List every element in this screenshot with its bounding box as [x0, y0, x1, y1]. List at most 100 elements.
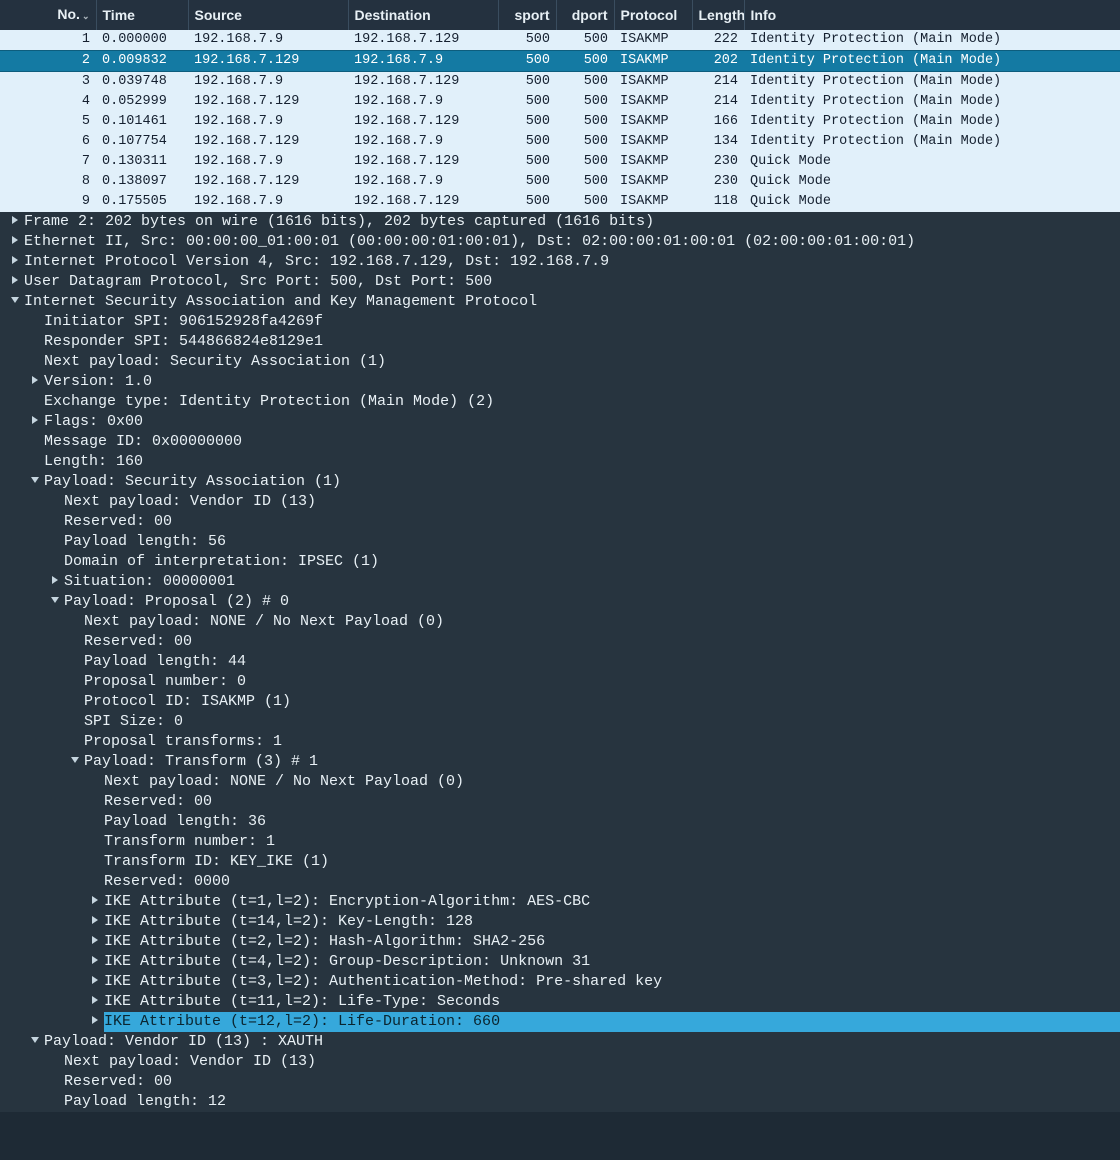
- packet-row[interactable]: 20.009832192.168.7.129192.168.7.9500500I…: [0, 51, 1120, 72]
- packet-row[interactable]: 90.175505192.168.7.9192.168.7.129500500I…: [0, 192, 1120, 212]
- cell-len: 230: [692, 152, 744, 172]
- packet-row[interactable]: 70.130311192.168.7.9192.168.7.129500500I…: [0, 152, 1120, 172]
- col-header-source[interactable]: Source: [188, 0, 348, 30]
- chevron-right-icon[interactable]: [88, 972, 102, 992]
- tree-node[interactable]: Payload: Transform (3) # 1: [0, 752, 1120, 772]
- tree-node[interactable]: Payload: Vendor ID (13) : XAUTH: [0, 1032, 1120, 1052]
- tree-node[interactable]: Next payload: NONE / No Next Payload (0): [0, 612, 1120, 632]
- packet-details-tree[interactable]: Frame 2: 202 bytes on wire (1616 bits), …: [0, 212, 1120, 1112]
- tree-node[interactable]: Reserved: 0000: [0, 872, 1120, 892]
- tree-node[interactable]: Reserved: 00: [0, 792, 1120, 812]
- tree-node[interactable]: Protocol ID: ISAKMP (1): [0, 692, 1120, 712]
- tree-node[interactable]: Payload: Proposal (2) # 0: [0, 592, 1120, 612]
- packet-row[interactable]: 50.101461192.168.7.9192.168.7.129500500I…: [0, 112, 1120, 132]
- chevron-down-icon[interactable]: [68, 752, 82, 772]
- packet-row[interactable]: 10.000000192.168.7.9192.168.7.129500500I…: [0, 30, 1120, 51]
- tree-node[interactable]: Proposal number: 0: [0, 672, 1120, 692]
- col-header-sport[interactable]: sport: [498, 0, 556, 30]
- cell-dst: 192.168.7.129: [348, 112, 498, 132]
- tree-node[interactable]: IKE Attribute (t=2,l=2): Hash-Algorithm:…: [0, 932, 1120, 952]
- tree-node[interactable]: SPI Size: 0: [0, 712, 1120, 732]
- chevron-right-icon[interactable]: [88, 952, 102, 972]
- cell-len: 230: [692, 172, 744, 192]
- tree-node-label: Reserved: 00: [64, 512, 172, 532]
- chevron-down-icon[interactable]: [8, 292, 22, 312]
- chevron-right-icon[interactable]: [88, 932, 102, 952]
- tree-node[interactable]: Internet Security Association and Key Ma…: [0, 292, 1120, 312]
- tree-node[interactable]: Next payload: Security Association (1): [0, 352, 1120, 372]
- tree-node[interactable]: Length: 160: [0, 452, 1120, 472]
- tree-node[interactable]: IKE Attribute (t=4,l=2): Group-Descripti…: [0, 952, 1120, 972]
- tree-node[interactable]: IKE Attribute (t=12,l=2): Life-Duration:…: [0, 1012, 1120, 1032]
- packet-list-table[interactable]: No.⌄TimeSourceDestinationsportdportProto…: [0, 0, 1120, 212]
- tree-node[interactable]: IKE Attribute (t=1,l=2): Encryption-Algo…: [0, 892, 1120, 912]
- sort-indicator-icon: ⌄: [82, 11, 90, 21]
- tree-node[interactable]: Payload length: 36: [0, 812, 1120, 832]
- tree-node[interactable]: Message ID: 0x00000000: [0, 432, 1120, 452]
- chevron-right-icon[interactable]: [8, 252, 22, 272]
- tree-node[interactable]: Reserved: 00: [0, 512, 1120, 532]
- chevron-down-icon[interactable]: [28, 472, 42, 492]
- tree-node[interactable]: Transform ID: KEY_IKE (1): [0, 852, 1120, 872]
- tree-node[interactable]: Next payload: NONE / No Next Payload (0): [0, 772, 1120, 792]
- chevron-right-icon[interactable]: [88, 892, 102, 912]
- chevron-right-icon[interactable]: [88, 1012, 102, 1032]
- col-header-length[interactable]: Length: [692, 0, 744, 30]
- tree-node[interactable]: Situation: 00000001: [0, 572, 1120, 592]
- tree-node[interactable]: IKE Attribute (t=3,l=2): Authentication-…: [0, 972, 1120, 992]
- chevron-right-icon[interactable]: [8, 232, 22, 252]
- tree-node[interactable]: Payload length: 44: [0, 652, 1120, 672]
- cell-time: 0.101461: [96, 112, 188, 132]
- tree-node[interactable]: Payload length: 12: [0, 1092, 1120, 1112]
- chevron-down-icon[interactable]: [28, 1032, 42, 1052]
- chevron-down-icon[interactable]: [48, 592, 62, 612]
- tree-node[interactable]: Responder SPI: 544866824e8129e1: [0, 332, 1120, 352]
- col-header-destination[interactable]: Destination: [348, 0, 498, 30]
- packet-row[interactable]: 30.039748192.168.7.9192.168.7.129500500I…: [0, 72, 1120, 93]
- tree-node[interactable]: Proposal transforms: 1: [0, 732, 1120, 752]
- col-header-dport[interactable]: dport: [556, 0, 614, 30]
- tree-node[interactable]: Flags: 0x00: [0, 412, 1120, 432]
- tree-node[interactable]: User Datagram Protocol, Src Port: 500, D…: [0, 272, 1120, 292]
- tree-node-label: User Datagram Protocol, Src Port: 500, D…: [24, 272, 492, 292]
- packet-row[interactable]: 40.052999192.168.7.129192.168.7.9500500I…: [0, 92, 1120, 112]
- tree-node[interactable]: IKE Attribute (t=14,l=2): Key-Length: 12…: [0, 912, 1120, 932]
- tree-node-label: Transform number: 1: [104, 832, 275, 852]
- tree-node[interactable]: Initiator SPI: 906152928fa4269f: [0, 312, 1120, 332]
- tree-node[interactable]: Payload: Security Association (1): [0, 472, 1120, 492]
- chevron-right-icon[interactable]: [88, 912, 102, 932]
- tree-node[interactable]: Next payload: Vendor ID (13): [0, 1052, 1120, 1072]
- tree-node[interactable]: Transform number: 1: [0, 832, 1120, 852]
- packet-list-header-row[interactable]: No.⌄TimeSourceDestinationsportdportProto…: [0, 0, 1120, 30]
- cell-len: 118: [692, 192, 744, 212]
- tree-node[interactable]: Exchange type: Identity Protection (Main…: [0, 392, 1120, 412]
- col-header-protocol[interactable]: Protocol: [614, 0, 692, 30]
- tree-node[interactable]: Reserved: 00: [0, 632, 1120, 652]
- cell-sport: 500: [498, 132, 556, 152]
- tree-node[interactable]: Next payload: Vendor ID (13): [0, 492, 1120, 512]
- packet-row[interactable]: 60.107754192.168.7.129192.168.7.9500500I…: [0, 132, 1120, 152]
- tree-node-label: Reserved: 00: [104, 792, 212, 812]
- tree-node[interactable]: Domain of interpretation: IPSEC (1): [0, 552, 1120, 572]
- chevron-right-icon[interactable]: [28, 372, 42, 392]
- packet-row[interactable]: 80.138097192.168.7.129192.168.7.9500500I…: [0, 172, 1120, 192]
- col-header-no[interactable]: No.⌄: [0, 0, 96, 30]
- chevron-right-icon[interactable]: [88, 992, 102, 1012]
- tree-node-label: Next payload: NONE / No Next Payload (0): [84, 612, 444, 632]
- tree-node-label: Responder SPI: 544866824e8129e1: [44, 332, 323, 352]
- tree-node[interactable]: Version: 1.0: [0, 372, 1120, 392]
- chevron-right-icon[interactable]: [28, 412, 42, 432]
- tree-node[interactable]: Internet Protocol Version 4, Src: 192.16…: [0, 252, 1120, 272]
- tree-node[interactable]: Ethernet II, Src: 00:00:00_01:00:01 (00:…: [0, 232, 1120, 252]
- chevron-right-icon[interactable]: [8, 272, 22, 292]
- tree-node-label: Proposal number: 0: [84, 672, 246, 692]
- chevron-right-icon[interactable]: [48, 572, 62, 592]
- tree-node[interactable]: IKE Attribute (t=11,l=2): Life-Type: Sec…: [0, 992, 1120, 1012]
- tree-node[interactable]: Payload length: 56: [0, 532, 1120, 552]
- cell-src: 192.168.7.129: [188, 132, 348, 152]
- col-header-time[interactable]: Time: [96, 0, 188, 30]
- tree-node[interactable]: Frame 2: 202 bytes on wire (1616 bits), …: [0, 212, 1120, 232]
- col-header-info[interactable]: Info: [744, 0, 1120, 30]
- tree-node[interactable]: Reserved: 00: [0, 1072, 1120, 1092]
- chevron-right-icon[interactable]: [8, 212, 22, 232]
